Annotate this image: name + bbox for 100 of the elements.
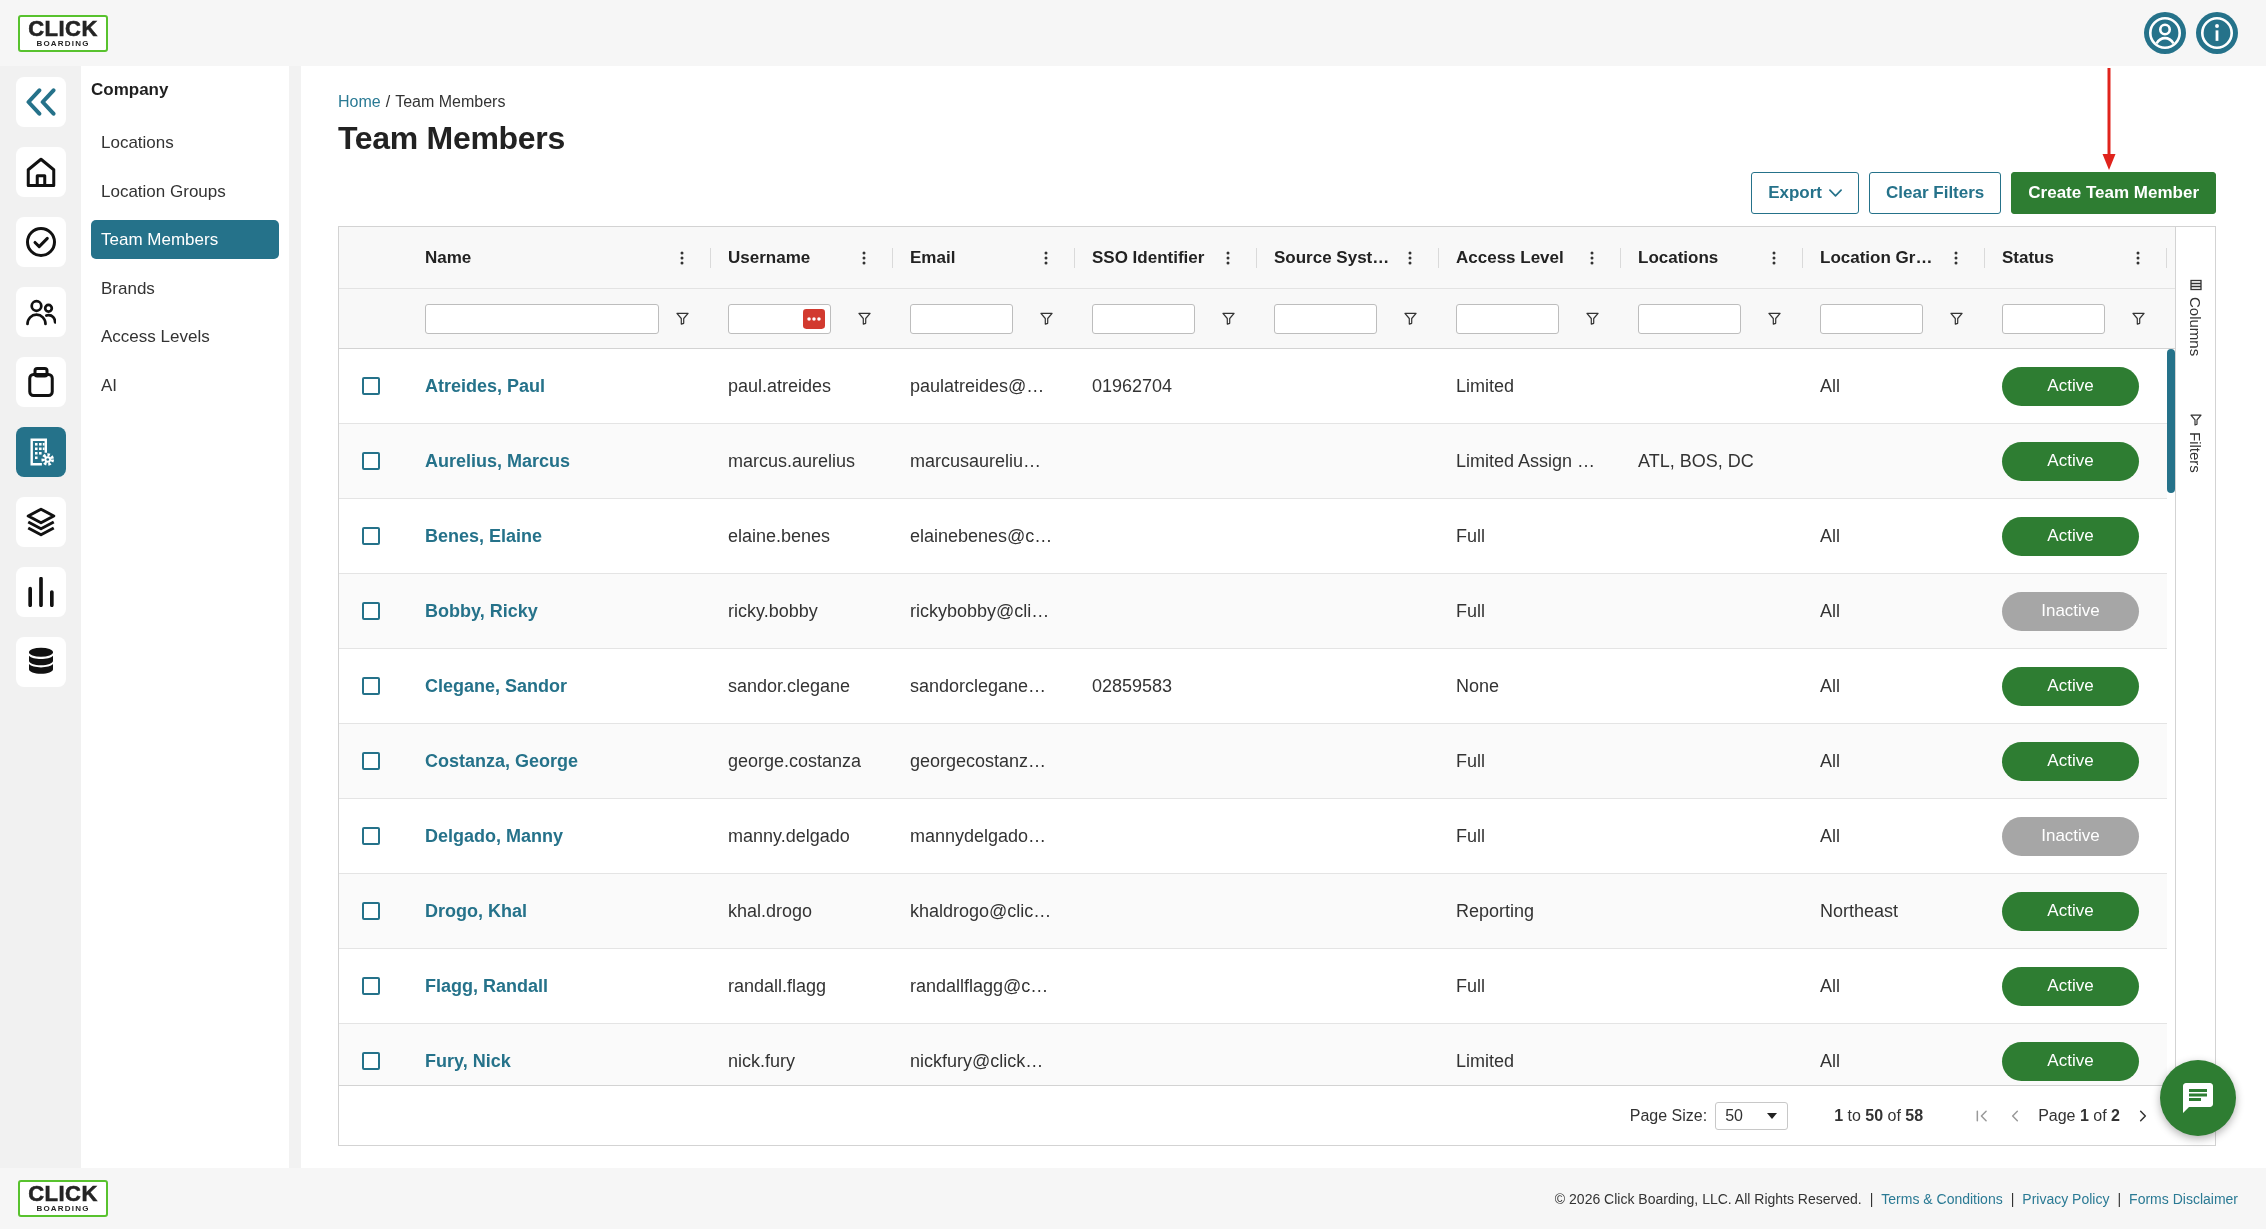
filter-field[interactable]: [910, 303, 1013, 334]
copyright-text: © 2026 Click Boarding, LLC. All Rights Reserved.: [1554, 1190, 1862, 1207]
clear-filters-button[interactable]: Clear Filters: [1869, 172, 2002, 214]
status-badge: Active: [2002, 366, 2139, 406]
export-menu-button[interactable]: Export: [1751, 172, 1860, 214]
name-link[interactable]: Drogo, Khal: [425, 900, 527, 922]
location-groups-text: All: [1820, 1050, 1840, 1072]
info-icon[interactable]: [2196, 12, 2238, 54]
name-link[interactable]: Clegane, Sandor: [425, 675, 568, 697]
checkbox[interactable]: [362, 752, 380, 770]
column-menu-icon[interactable]: [1954, 250, 1958, 265]
logo-tagline: BOARDING: [36, 38, 90, 48]
nav-item[interactable]: AI: [91, 365, 279, 405]
filter-icon[interactable]: [1222, 312, 1235, 325]
column-header[interactable]: Status: [2002, 247, 2054, 268]
column-menu-icon[interactable]: [1590, 250, 1594, 265]
username-text: elaine.benes: [728, 525, 831, 547]
email-text: elainebenes@c…: [910, 525, 1053, 547]
nav-rail-button[interactable]: [15, 357, 66, 407]
collapse-button[interactable]: [15, 77, 66, 127]
account-icon[interactable]: [2144, 12, 2186, 54]
caret-down-icon: [1767, 1112, 1778, 1119]
breadcrumb-link[interactable]: Home: [338, 92, 381, 112]
name-link[interactable]: Delgado, Manny: [425, 825, 563, 847]
username-text: manny.delgado: [728, 825, 850, 847]
nav-item[interactable]: Access Levels: [91, 317, 279, 357]
page-size-select[interactable]: 50: [1715, 1101, 1789, 1130]
column-menu-icon[interactable]: [1772, 250, 1776, 265]
filter-field[interactable]: [1820, 303, 1923, 334]
checkbox[interactable]: [362, 527, 380, 545]
side-panel-tab[interactable]: Filters: [2187, 414, 2204, 474]
username-text: ricky.bobby: [728, 600, 818, 622]
filter-field[interactable]: [1092, 303, 1195, 334]
column-menu-icon[interactable]: [1044, 250, 1048, 265]
filter-field[interactable]: [2002, 303, 2105, 334]
username-text: paul.atreides: [728, 375, 832, 397]
nav-rail-button[interactable]: [15, 567, 66, 617]
filter-icon[interactable]: [1950, 312, 1963, 325]
column-menu-icon[interactable]: [1408, 250, 1412, 265]
name-link[interactable]: Benes, Elaine: [425, 525, 543, 547]
nav-rail-button[interactable]: [15, 217, 66, 267]
filter-field[interactable]: [1274, 303, 1377, 334]
access-level-text: Limited: [1456, 1050, 1515, 1072]
nav-item[interactable]: Locations: [91, 123, 279, 162]
location-groups-text: All: [1820, 675, 1840, 697]
filter-field[interactable]: [728, 303, 831, 334]
access-level-text: Full: [1456, 975, 1485, 997]
checkbox[interactable]: [362, 1052, 380, 1070]
name-link[interactable]: Costanza, George: [425, 750, 579, 772]
filter-icon[interactable]: [676, 312, 689, 325]
name-link[interactable]: Flagg, Randall: [425, 975, 548, 997]
filter-field[interactable]: [1456, 303, 1559, 334]
filter-icon[interactable]: [2132, 312, 2145, 325]
footer-link[interactable]: Privacy Policy: [2022, 1190, 2110, 1207]
locations-text: ATL, BOS, DC: [1638, 450, 1754, 472]
layers-icon: [25, 507, 56, 537]
filter-field[interactable]: [425, 303, 659, 334]
filter-icon[interactable]: [1040, 312, 1053, 325]
column-header[interactable]: SSO Identifier: [1092, 247, 1205, 268]
filter-icon[interactable]: [1768, 312, 1781, 325]
checkbox[interactable]: [362, 977, 380, 995]
nav-rail-button[interactable]: [15, 637, 66, 687]
column-header[interactable]: Access Level: [1456, 247, 1564, 268]
footer-link[interactable]: Terms & Conditions: [1881, 1190, 2003, 1207]
filter-icon[interactable]: [1586, 312, 1599, 325]
column-header[interactable]: Location Gr…: [1820, 247, 1933, 268]
nav-item[interactable]: Team Members: [91, 220, 279, 260]
filter-field[interactable]: [1638, 303, 1741, 334]
name-link[interactable]: Fury, Nick: [425, 1050, 511, 1072]
access-level-text: None: [1456, 675, 1500, 697]
column-menu-icon[interactable]: [1226, 250, 1230, 265]
scrollbar-thumb[interactable]: [2167, 349, 2175, 493]
column-header[interactable]: Name: [425, 247, 472, 268]
filter-icon[interactable]: [858, 312, 871, 325]
filter-icon[interactable]: [1404, 312, 1417, 325]
name-link[interactable]: Atreides, Paul: [425, 375, 546, 397]
nav-rail-button[interactable]: [15, 287, 66, 337]
checkbox[interactable]: [362, 677, 380, 695]
column-menu-icon[interactable]: [680, 250, 684, 265]
column-header[interactable]: Locations: [1638, 247, 1719, 268]
checkbox[interactable]: [362, 377, 380, 395]
nav-rail-button[interactable]: [15, 497, 66, 547]
name-link[interactable]: Aurelius, Marcus: [425, 450, 571, 472]
checkbox[interactable]: [362, 452, 380, 470]
side-panel-tab[interactable]: Columns: [2187, 279, 2204, 357]
name-link[interactable]: Bobby, Ricky: [425, 600, 538, 622]
checkbox[interactable]: [362, 602, 380, 620]
column-header[interactable]: Username: [728, 247, 811, 268]
nav-rail-button[interactable]: [15, 147, 66, 197]
column-menu-icon[interactable]: [2136, 250, 2140, 265]
create-button[interactable]: Create Team Member: [2011, 172, 2216, 214]
checkbox[interactable]: [362, 902, 380, 920]
dots-icon[interactable]: [803, 308, 825, 329]
checkbox[interactable]: [362, 827, 380, 845]
nav-item[interactable]: Brands: [91, 268, 279, 308]
footer-link[interactable]: Forms Disclaimer: [2129, 1190, 2238, 1207]
column-menu-icon[interactable]: [862, 250, 866, 265]
column-header[interactable]: Email: [910, 247, 956, 268]
nav-item[interactable]: Location Groups: [91, 171, 279, 211]
username-text: sandor.clegane: [728, 675, 851, 697]
